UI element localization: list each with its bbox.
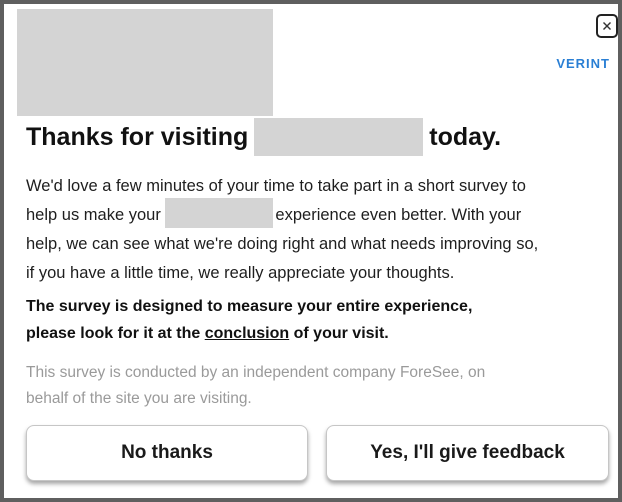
close-button[interactable] (596, 14, 618, 38)
dialog-headline: Thanks for visiting today. (26, 117, 501, 157)
body-line-3: help, we can see what we're doing right … (26, 235, 539, 253)
redacted-site-name (254, 118, 424, 156)
verint-brand: VERINT (556, 56, 610, 71)
redacted-logo (17, 9, 273, 116)
headline-end: today. (429, 122, 502, 151)
body-line-2-end: experience even better. With your (275, 206, 522, 224)
notice-line-2-end: of your visit. (293, 325, 389, 342)
no-thanks-button[interactable]: No thanks (26, 425, 308, 481)
body-line-1: We'd love a few minutes of your time to … (26, 177, 526, 195)
invitation-body: We'd love a few minutes of your time to … (26, 172, 616, 288)
survey-timing-notice: The survey is designed to measure your e… (26, 293, 616, 347)
body-line-4: if you have a little time, we really app… (26, 264, 455, 282)
disclaimer-line-2: behalf of the site you are visiting. (26, 390, 252, 407)
redacted-brand-name (165, 197, 274, 228)
disclaimer-line-1: This survey is conducted by an independe… (26, 364, 486, 381)
body-line-2-start: help us make your (26, 206, 161, 224)
foresee-disclaimer: This survey is conducted by an independe… (26, 360, 616, 412)
survey-invitation-dialog: VERINT Thanks for visiting today. We'd l… (0, 0, 622, 502)
notice-line-1: The survey is designed to measure your e… (26, 298, 473, 315)
headline-start: Thanks for visiting (26, 122, 249, 151)
close-icon (603, 22, 611, 30)
notice-line-2-start: please look for it at the (26, 325, 201, 342)
conclusion-text: conclusion (204, 325, 290, 342)
give-feedback-button[interactable]: Yes, I'll give feedback (326, 425, 609, 481)
